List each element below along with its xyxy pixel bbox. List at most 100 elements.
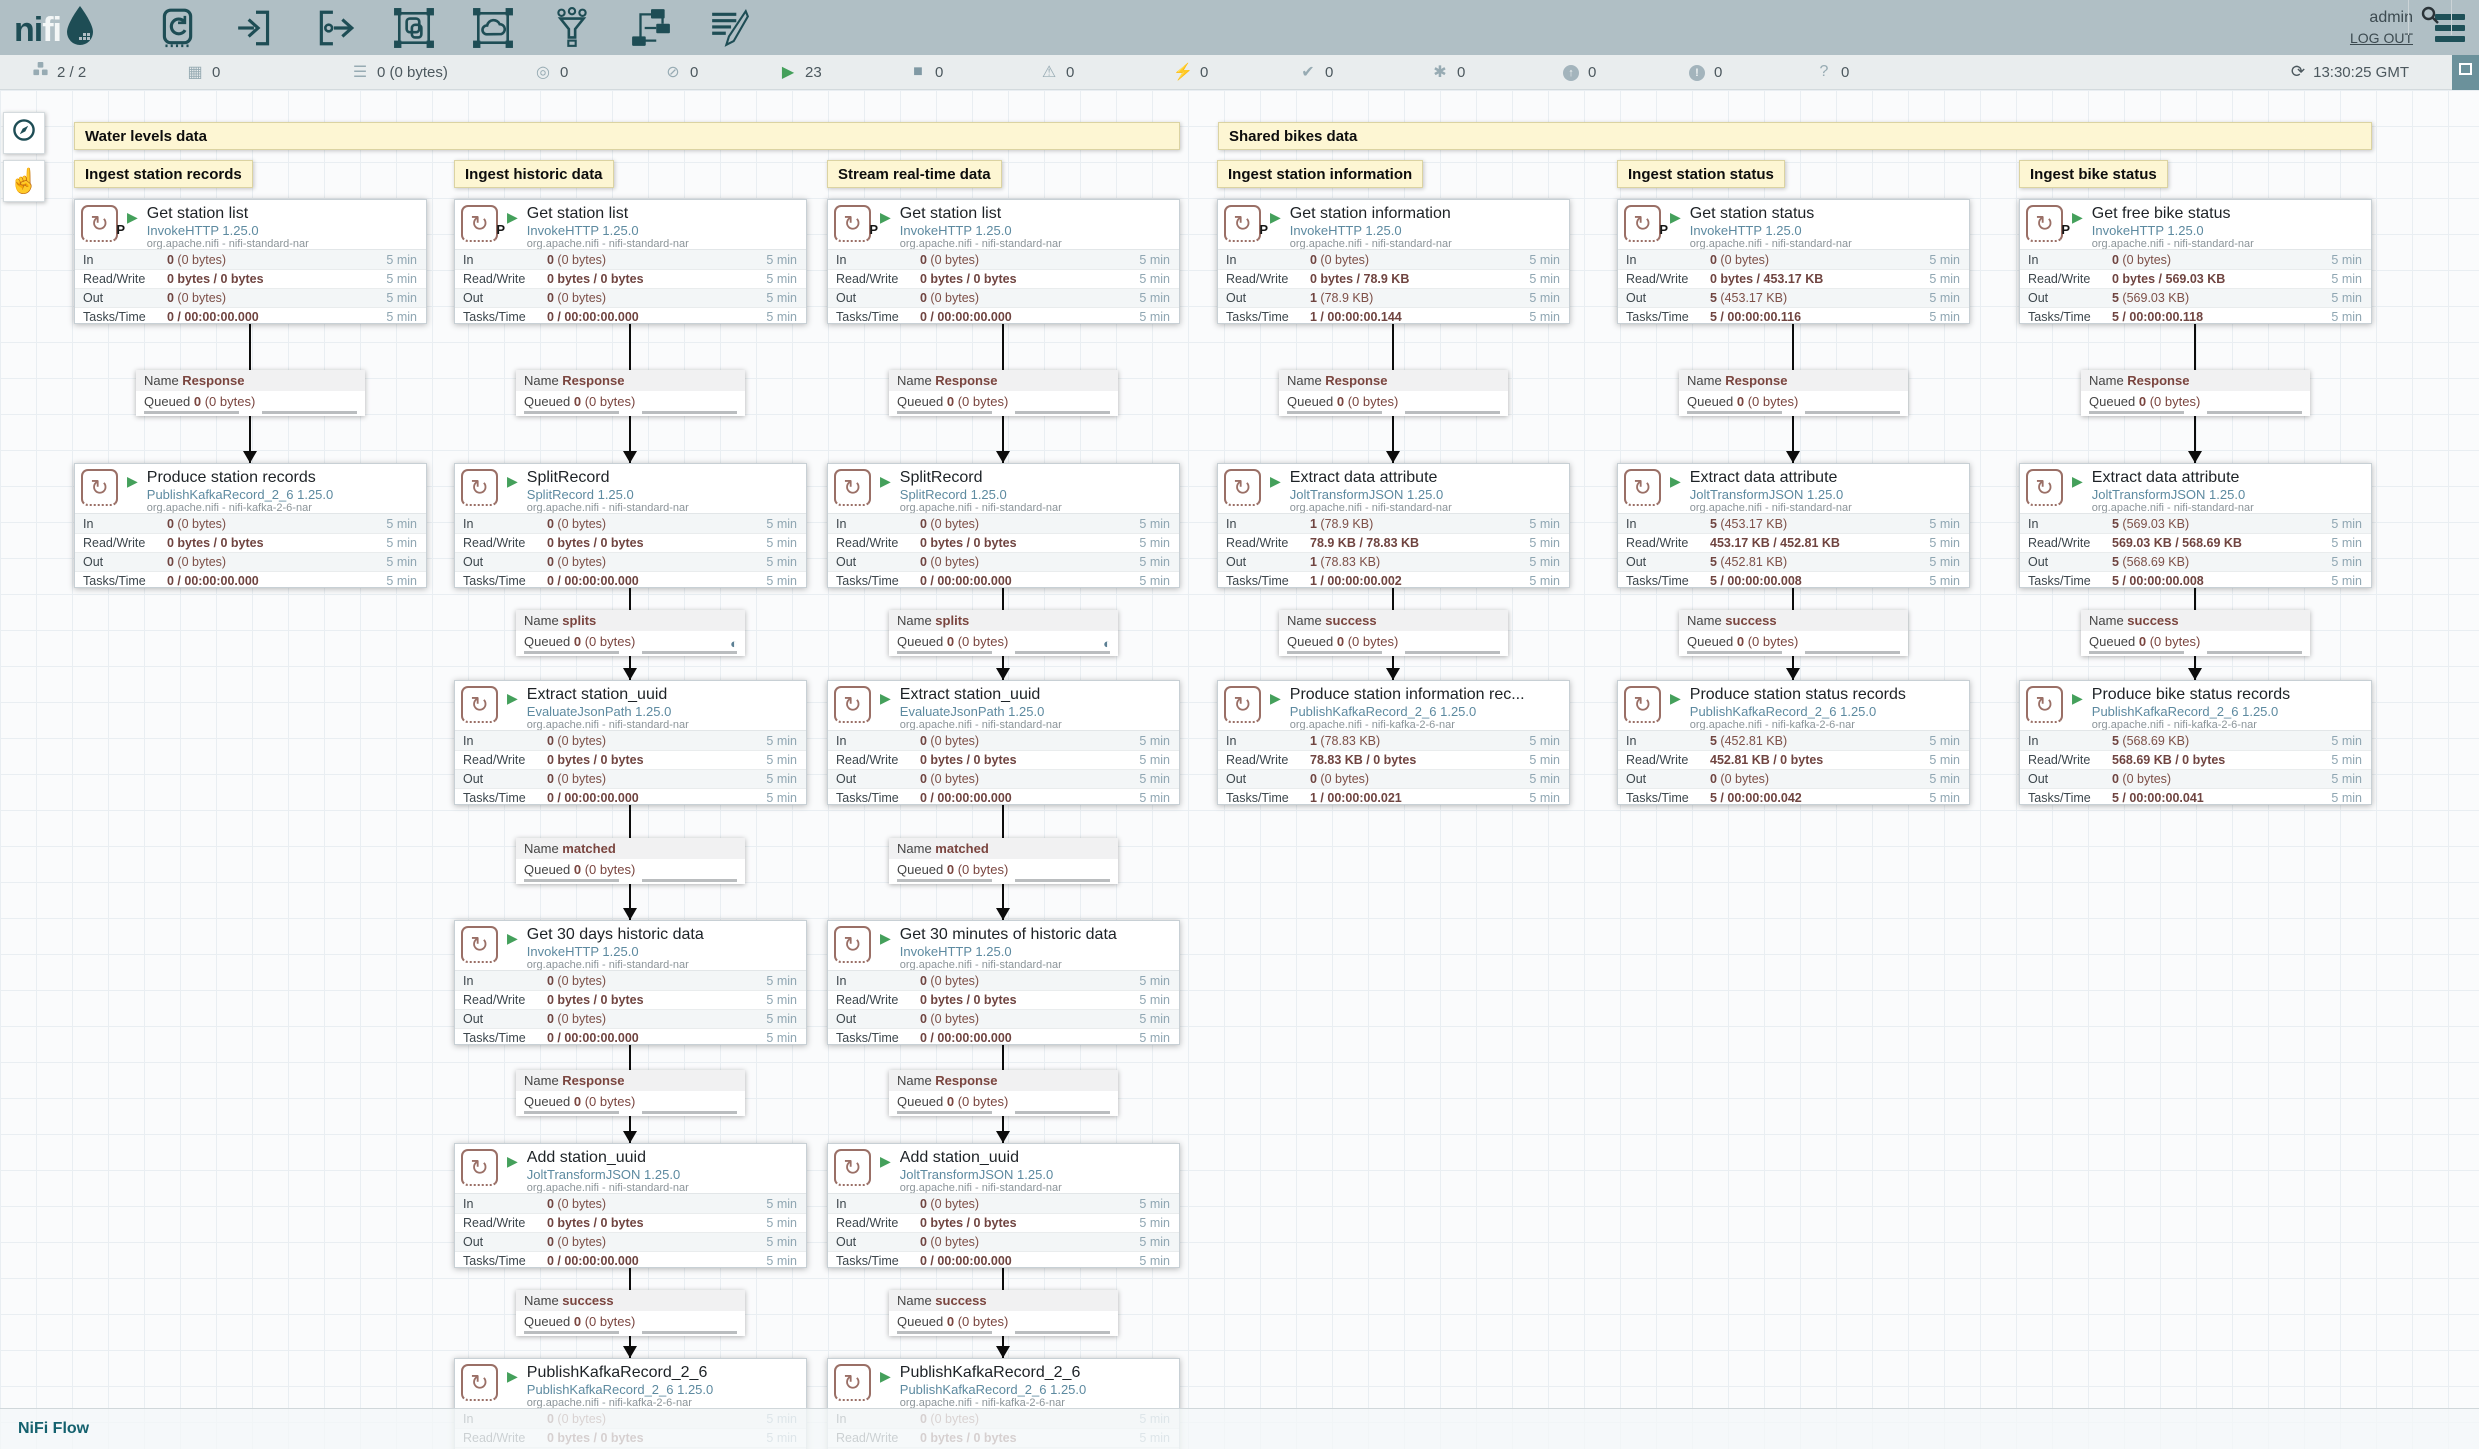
processor[interactable]: ↻▶SplitRecordSplitRecord 1.25.0org.apach… xyxy=(454,463,807,588)
processor-name: SplitRecord xyxy=(527,469,689,487)
processor-type: PublishKafkaRecord_2_6 1.25.0 xyxy=(900,1382,1086,1397)
connection-name: Name matched xyxy=(516,838,745,859)
connection[interactable]: Name successQueued 0 (0 bytes) xyxy=(1279,610,1508,656)
flow-label[interactable]: Ingest bike status xyxy=(2019,160,2168,188)
connection[interactable]: Name ResponseQueued 0 (0 bytes) xyxy=(516,370,745,416)
processor[interactable]: ↻▶SplitRecordSplitRecord 1.25.0org.apach… xyxy=(827,463,1180,588)
processor[interactable]: ↻▶Add station_uuidJoltTransformJSON 1.25… xyxy=(827,1143,1180,1268)
connection-name: Name Response xyxy=(1279,370,1508,391)
breadcrumb[interactable]: NiFi Flow xyxy=(18,1420,89,1437)
stat-row: Read/Write0 bytes / 0 bytes5 min xyxy=(828,990,1179,1009)
funnel-icon[interactable] xyxy=(550,6,594,50)
processor[interactable]: ↻P▶Get station statusInvokeHTTP 1.25.0or… xyxy=(1617,199,1970,324)
processor-name: Extract station_uuid xyxy=(527,686,689,704)
stat-row: Out0 (0 bytes)5 min xyxy=(455,1232,806,1251)
connection[interactable]: Name ResponseQueued 0 (0 bytes) xyxy=(2081,370,2310,416)
output-port-icon[interactable] xyxy=(313,6,357,50)
flow-canvas[interactable]: ☝ NiFi Flow Water levels data Shared bike… xyxy=(0,90,2479,1449)
processor[interactable]: ↻▶Get 30 minutes of historic dataInvokeH… xyxy=(827,920,1180,1045)
process-group-label[interactable]: Shared bikes data xyxy=(1218,122,2372,150)
connection[interactable]: Name ResponseQueued 0 (0 bytes) xyxy=(516,1070,745,1116)
logout-link[interactable]: LOG OUT xyxy=(2350,30,2413,46)
connection-queued: Queued 0 (0 bytes) xyxy=(889,1091,1118,1116)
input-port-icon[interactable] xyxy=(234,6,278,50)
processor-bundle: org.apache.nifi - nifi-kafka-2-6-nar xyxy=(2092,719,2290,730)
stat-row: Read/Write0 bytes / 0 bytes5 min xyxy=(828,1213,1179,1232)
flow-label[interactable]: Ingest station information xyxy=(1217,160,1423,188)
stat-row: Tasks/Time1 / 00:00:00.0025 min xyxy=(1218,571,1569,590)
connection[interactable]: Name successQueued 0 (0 bytes) xyxy=(516,1290,745,1336)
stat-row: Tasks/Time0 / 00:00:00.0005 min xyxy=(828,1028,1179,1047)
processor-bundle: org.apache.nifi - nifi-standard-nar xyxy=(900,719,1062,730)
processor[interactable]: ↻P▶Get station listInvokeHTTP 1.25.0org.… xyxy=(454,199,807,324)
processor-type: PublishKafkaRecord_2_6 1.25.0 xyxy=(1690,704,1906,719)
process-group-label[interactable]: Water levels data xyxy=(74,122,1180,150)
processor-icon: ↻P xyxy=(81,205,118,242)
logo-text-fi: fi xyxy=(42,11,61,50)
connection-queued: Queued 0 (0 bytes) xyxy=(1679,631,1908,656)
processor[interactable]: ↻▶Produce station status recordsPublishK… xyxy=(1617,680,1970,805)
stat-row: In0 (0 bytes)5 min xyxy=(455,514,806,533)
stat-row: Out0 (0 bytes)5 min xyxy=(455,288,806,307)
processor[interactable]: ↻▶Add station_uuidJoltTransformJSON 1.25… xyxy=(454,1143,807,1268)
processor-name: Extract data attribute xyxy=(2092,469,2254,487)
processor[interactable]: ↻P▶Get station listInvokeHTTP 1.25.0org.… xyxy=(74,199,427,324)
connection-queued: Queued 0 (0 bytes) xyxy=(516,859,745,884)
connection[interactable]: Name ResponseQueued 0 (0 bytes) xyxy=(889,370,1118,416)
processor[interactable]: ↻▶Get 30 days historic dataInvokeHTTP 1.… xyxy=(454,920,807,1045)
processor-icon[interactable] xyxy=(155,6,199,50)
connection[interactable]: Name matchedQueued 0 (0 bytes) xyxy=(889,838,1118,884)
flow-label[interactable]: Ingest historic data xyxy=(454,160,614,188)
connection[interactable]: Name successQueued 0 (0 bytes) xyxy=(1679,610,1908,656)
run-status-running-icon: ▶ xyxy=(1270,690,1281,730)
refresh-icon[interactable]: ⟳ xyxy=(2291,62,2305,82)
remote-process-group-icon[interactable] xyxy=(471,6,515,50)
processor[interactable]: ↻▶Extract station_uuidEvaluateJsonPath 1… xyxy=(454,680,807,805)
primary-node-badge: P xyxy=(496,213,505,246)
stat-row: Out0 (0 bytes)5 min xyxy=(828,769,1179,788)
connection[interactable]: Name successQueued 0 (0 bytes) xyxy=(2081,610,2310,656)
processor-name: Produce station status records xyxy=(1690,686,1906,704)
status-item-running: ▶23 xyxy=(778,62,908,82)
processor[interactable]: ↻▶Extract station_uuidEvaluateJsonPath 1… xyxy=(827,680,1180,805)
navigate-palette-button[interactable] xyxy=(3,112,45,154)
locally-modified-icon: ✱ xyxy=(1430,62,1450,82)
connection[interactable]: Name ResponseQueued 0 (0 bytes) xyxy=(1679,370,1908,416)
operate-palette-button[interactable]: ☝ xyxy=(3,160,45,202)
status-count: 0 xyxy=(935,64,943,81)
connection[interactable]: Name splitsQueued 0 (0 bytes)◐ xyxy=(889,610,1118,656)
logo-text-ni: ni xyxy=(14,11,42,50)
stat-row: In1 (78.83 KB)5 min xyxy=(1218,731,1569,750)
run-status-running-icon: ▶ xyxy=(2072,209,2083,249)
search-button[interactable] xyxy=(2408,0,2452,35)
processor-type: JoltTransformJSON 1.25.0 xyxy=(2092,487,2254,502)
processor[interactable]: ↻▶Extract data attributeJoltTransformJSO… xyxy=(2019,463,2372,588)
run-status-running-icon: ▶ xyxy=(2072,690,2083,730)
run-status-running-icon: ▶ xyxy=(880,209,891,249)
processor[interactable]: ↻▶Extract data attributeJoltTransformJSO… xyxy=(1217,463,1570,588)
connection[interactable]: Name successQueued 0 (0 bytes) xyxy=(889,1290,1118,1336)
connection[interactable]: Name ResponseQueued 0 (0 bytes) xyxy=(1279,370,1508,416)
processor[interactable]: ↻▶Produce station recordsPublishKafkaRec… xyxy=(74,463,427,588)
connection[interactable]: Name splitsQueued 0 (0 bytes)◐ xyxy=(516,610,745,656)
template-icon[interactable] xyxy=(629,6,673,50)
flow-label[interactable]: Stream real-time data xyxy=(827,160,1002,188)
processor[interactable]: ↻P▶Get station listInvokeHTTP 1.25.0org.… xyxy=(827,199,1180,324)
processor[interactable]: ↻▶Produce bike status recordsPublishKafk… xyxy=(2019,680,2372,805)
processor[interactable]: ↻P▶Get station informationInvokeHTTP 1.2… xyxy=(1217,199,1570,324)
connection[interactable]: Name matchedQueued 0 (0 bytes) xyxy=(516,838,745,884)
connection[interactable]: Name ResponseQueued 0 (0 bytes) xyxy=(136,370,365,416)
status-count: 0 xyxy=(1841,64,1849,81)
processor[interactable]: ↻▶Produce station information rec...Publ… xyxy=(1217,680,1570,805)
not-transmitting-icon: ⊘ xyxy=(663,62,683,82)
stat-row: Read/Write0 bytes / 0 bytes5 min xyxy=(828,750,1179,769)
flow-label[interactable]: Ingest station status xyxy=(1617,160,1785,188)
processor-icon: ↻ xyxy=(1224,686,1261,723)
label-icon[interactable] xyxy=(708,6,752,50)
processor[interactable]: ↻▶Extract data attributeJoltTransformJSO… xyxy=(1617,463,1970,588)
connection[interactable]: Name ResponseQueued 0 (0 bytes) xyxy=(889,1070,1118,1116)
process-group-icon[interactable] xyxy=(392,6,436,50)
processor[interactable]: ↻P▶Get free bike statusInvokeHTTP 1.25.0… xyxy=(2019,199,2372,324)
last-refreshed-time: 13:30:25 GMT xyxy=(2313,64,2409,81)
flow-label[interactable]: Ingest station records xyxy=(74,160,253,188)
